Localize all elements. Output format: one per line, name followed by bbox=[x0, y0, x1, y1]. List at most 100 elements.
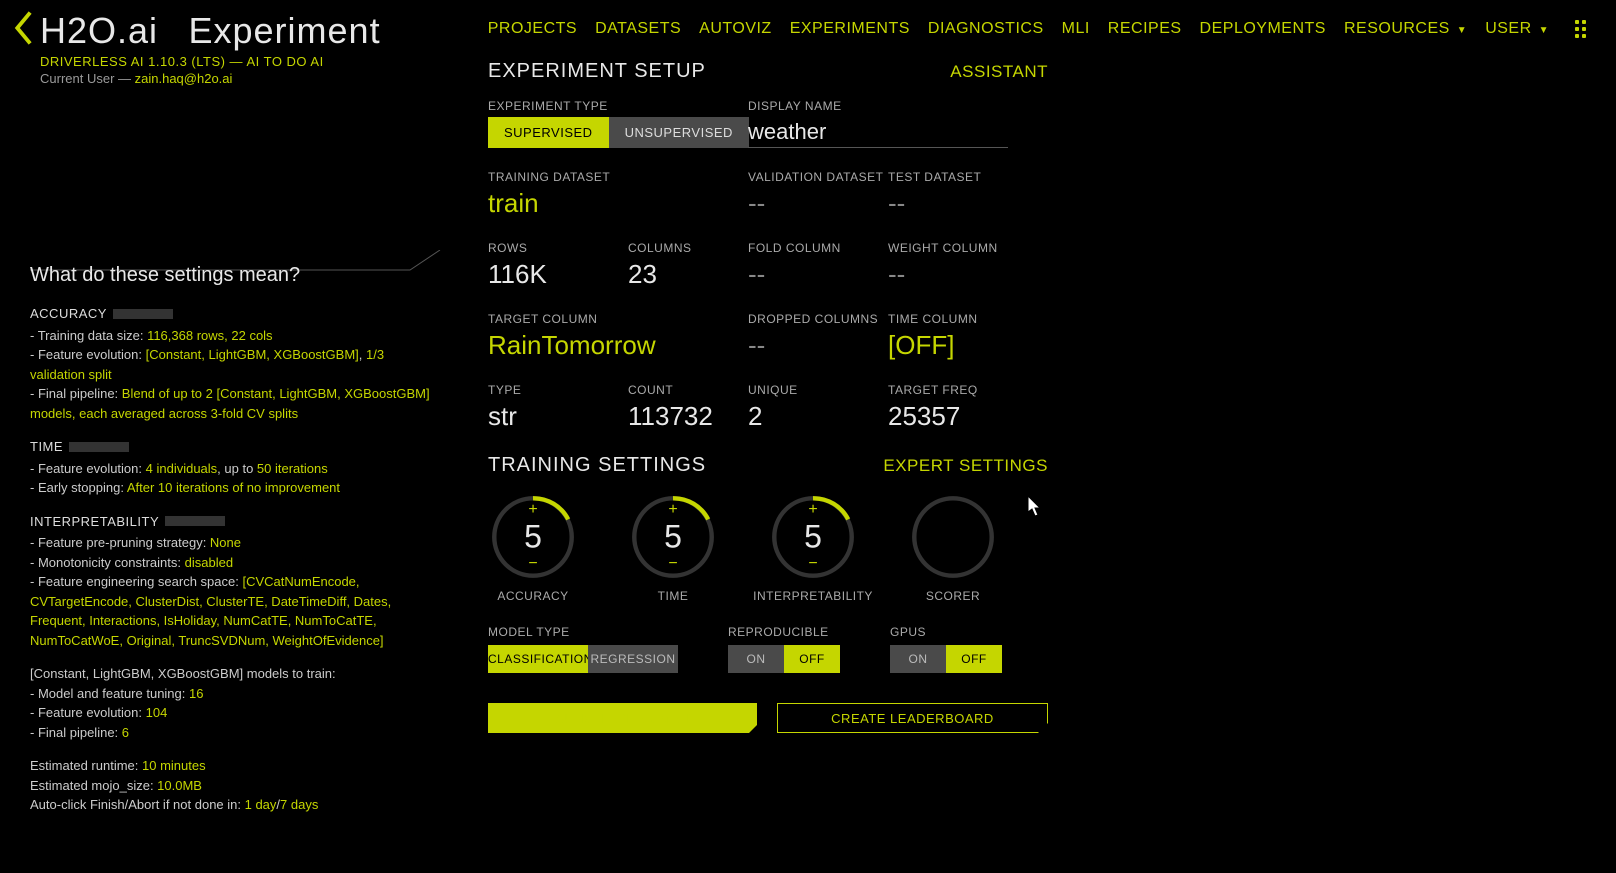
display-name-label: DISPLAY NAME bbox=[748, 99, 1008, 113]
scorer-dial[interactable] bbox=[909, 493, 997, 581]
expert-settings-link[interactable]: EXPERT SETTINGS bbox=[883, 456, 1048, 476]
t: - Feature pre-pruning strategy: bbox=[30, 535, 210, 550]
section-training-settings: TRAINING SETTINGS bbox=[488, 454, 706, 477]
test-dataset-value[interactable]: -- bbox=[888, 188, 981, 219]
interpretability-value: 5 bbox=[804, 519, 822, 556]
nav-user-label: USER bbox=[1485, 20, 1531, 37]
unsupervised-button[interactable]: UNSUPERVISED bbox=[609, 117, 749, 148]
accuracy-dial[interactable]: + 5 − bbox=[489, 493, 577, 581]
nav-mli[interactable]: MLI bbox=[1062, 20, 1090, 38]
t: - Feature evolution: bbox=[30, 705, 146, 720]
nav-user[interactable]: USER ▼ bbox=[1485, 20, 1549, 38]
training-dataset-label: TRAINING DATASET bbox=[488, 170, 748, 184]
t: Auto-click Finish/Abort if not done in: bbox=[30, 797, 245, 812]
header-block: H2O.ai Experiment DRIVERLESS AI 1.10.3 (… bbox=[40, 10, 381, 86]
t: - Monotonicity constraints: bbox=[30, 555, 185, 570]
gpus-on-button[interactable]: ON bbox=[890, 645, 946, 673]
time-column-value[interactable]: [OFF] bbox=[888, 330, 978, 361]
weight-column-value[interactable]: -- bbox=[888, 259, 998, 290]
menu-icon[interactable] bbox=[1575, 20, 1586, 38]
section-experiment-setup: EXPERIMENT SETUP bbox=[488, 60, 706, 83]
supervised-button[interactable]: SUPERVISED bbox=[488, 117, 609, 148]
time-bar bbox=[69, 442, 129, 452]
help-time-heading: TIME bbox=[30, 437, 63, 457]
target-freq-label: TARGET FREQ bbox=[888, 383, 978, 397]
t: - Feature evolution: bbox=[30, 347, 146, 362]
count-value: 113732 bbox=[628, 401, 748, 432]
t: - Model and feature tuning: bbox=[30, 686, 189, 701]
count-label: COUNT bbox=[628, 383, 748, 397]
plus-icon[interactable]: + bbox=[668, 501, 677, 519]
help-accuracy-heading: ACCURACY bbox=[30, 304, 107, 324]
t: 116,368 rows, 22 cols bbox=[147, 328, 273, 343]
t: - Feature evolution: bbox=[30, 461, 146, 476]
classification-button[interactable]: CLASSIFICATION bbox=[488, 645, 588, 673]
t: After bbox=[127, 480, 158, 495]
t: Estimated mojo_size: bbox=[30, 778, 157, 793]
interpretability-label: INTERPRETABILITY bbox=[753, 589, 873, 603]
t: , up to bbox=[217, 461, 257, 476]
gpus-off-button[interactable]: OFF bbox=[946, 645, 1002, 673]
regression-button[interactable]: REGRESSION bbox=[588, 645, 678, 673]
nav-projects[interactable]: PROJECTS bbox=[488, 20, 577, 38]
minus-icon[interactable]: − bbox=[668, 555, 677, 573]
t: - Early stopping: bbox=[30, 480, 127, 495]
help-interp-heading: INTERPRETABILITY bbox=[30, 512, 159, 532]
t: 10.0MB bbox=[157, 778, 202, 793]
nav-diagnostics[interactable]: DIAGNOSTICS bbox=[928, 20, 1044, 38]
target-freq-value: 25357 bbox=[888, 401, 978, 432]
rows-label: ROWS bbox=[488, 241, 628, 255]
fold-column-value[interactable]: -- bbox=[748, 259, 888, 290]
nav-deployments[interactable]: DEPLOYMENTS bbox=[1200, 20, 1326, 38]
t: 4 individuals bbox=[146, 461, 218, 476]
interpretability-dial[interactable]: + 5 − bbox=[769, 493, 857, 581]
nav-autoviz[interactable]: AUTOVIZ bbox=[699, 20, 772, 38]
t: 50 iterations bbox=[257, 461, 328, 476]
minus-icon[interactable]: − bbox=[808, 555, 817, 573]
page-title: Experiment bbox=[189, 10, 381, 51]
fold-column-label: FOLD COLUMN bbox=[748, 241, 888, 255]
scorer-label: SCORER bbox=[926, 589, 980, 603]
target-column-value[interactable]: RainTomorrow bbox=[488, 330, 748, 361]
top-nav: PROJECTS DATASETS AUTOVIZ EXPERIMENTS DI… bbox=[488, 20, 1586, 38]
validation-dataset-value[interactable]: -- bbox=[748, 188, 888, 219]
reproducible-on-button[interactable]: ON bbox=[728, 645, 784, 673]
subtitle: DRIVERLESS AI 1.10.3 (LTS) — AI TO DO AI bbox=[40, 54, 381, 69]
assistant-link[interactable]: ASSISTANT bbox=[950, 62, 1048, 82]
user-email: zain.haq@h2o.ai bbox=[135, 71, 233, 86]
t: - Training data size: bbox=[30, 328, 147, 343]
minus-icon[interactable]: − bbox=[528, 555, 537, 573]
nav-resources[interactable]: RESOURCES ▼ bbox=[1344, 20, 1467, 38]
time-dial[interactable]: + 5 − bbox=[629, 493, 717, 581]
unique-label: UNIQUE bbox=[748, 383, 888, 397]
test-dataset-label: TEST DATASET bbox=[888, 170, 981, 184]
launch-experiment-button[interactable]: LAUNCH EXPERIMENT bbox=[488, 703, 757, 733]
type-value: str bbox=[488, 401, 628, 432]
model-type-label: MODEL TYPE bbox=[488, 625, 678, 639]
time-value: 5 bbox=[664, 519, 682, 556]
dropped-columns-value[interactable]: -- bbox=[748, 330, 888, 361]
current-user: Current User — zain.haq@h2o.ai bbox=[40, 71, 381, 86]
create-leaderboard-button[interactable]: CREATE LEADERBOARD bbox=[777, 703, 1048, 733]
nav-datasets[interactable]: DATASETS bbox=[595, 20, 681, 38]
t: 6 bbox=[122, 725, 129, 740]
gpus-label: GPUS bbox=[890, 625, 1002, 639]
plus-icon[interactable]: + bbox=[528, 501, 537, 519]
reproducible-label: REPRODUCIBLE bbox=[728, 625, 840, 639]
nav-recipes[interactable]: RECIPES bbox=[1108, 20, 1182, 38]
accuracy-label: ACCURACY bbox=[497, 589, 568, 603]
weight-column-label: WEIGHT COLUMN bbox=[888, 241, 998, 255]
t: 10 minutes bbox=[142, 758, 206, 773]
interp-bar bbox=[165, 516, 225, 526]
t: None bbox=[210, 535, 241, 550]
display-name-input[interactable] bbox=[748, 117, 1008, 148]
plus-icon[interactable]: + bbox=[808, 501, 817, 519]
user-prefix: Current User — bbox=[40, 71, 135, 86]
back-button[interactable] bbox=[10, 10, 40, 46]
training-dataset-value[interactable]: train bbox=[488, 188, 748, 219]
type-label: TYPE bbox=[488, 383, 628, 397]
help-title: What do these settings mean? bbox=[30, 260, 430, 290]
nav-experiments[interactable]: EXPERIMENTS bbox=[790, 20, 910, 38]
t: 10 bbox=[158, 480, 172, 495]
reproducible-off-button[interactable]: OFF bbox=[784, 645, 840, 673]
